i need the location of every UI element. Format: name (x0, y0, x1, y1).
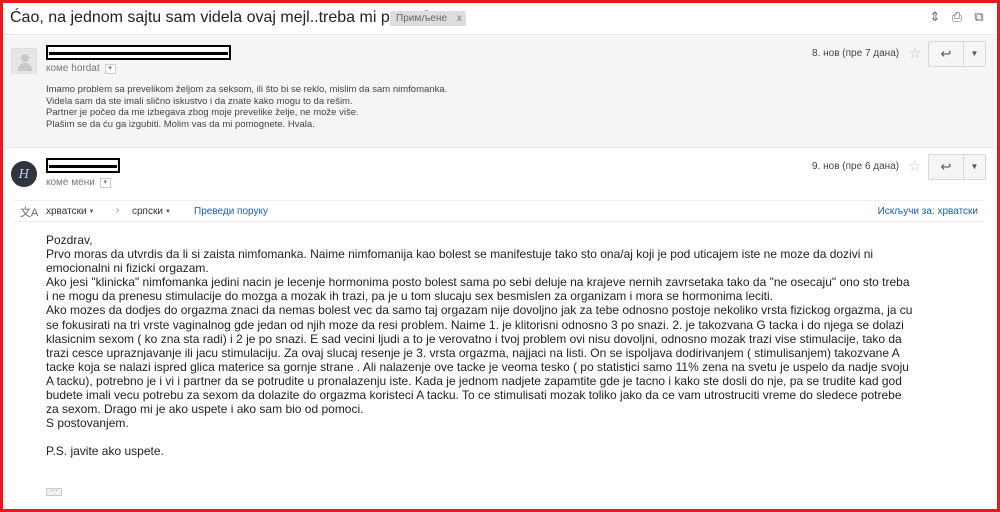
thread-actions: ⇕ ⎙ ⧉ (928, 10, 986, 24)
target-language-select[interactable]: српски ▼ (132, 206, 171, 217)
message-date: 9. нов (пре 6 дана) (812, 161, 900, 172)
more-options-button[interactable]: ▼ (964, 41, 986, 67)
star-icon[interactable]: ☆ (908, 157, 921, 175)
label-chip-text: Примљене (396, 13, 447, 24)
source-language-label: хрватски (46, 206, 87, 217)
avatar (11, 48, 37, 74)
body-line: Ako mozes da dodjes do orgazma znaci da … (46, 303, 913, 318)
reply-group: ↩ ▼ (928, 154, 986, 180)
recipient-line: коме мени ▾ (46, 177, 111, 188)
body-line: S postovanjem. (46, 416, 129, 431)
show-trimmed-content-button[interactable]: ··· (46, 487, 62, 496)
body-line: tacke koja se nalazi ispred glica materi… (46, 359, 909, 374)
new-window-icon[interactable]: ⧉ (972, 10, 986, 24)
expand-icon[interactable]: ⇕ (928, 10, 942, 24)
target-language-label: српски (132, 206, 163, 217)
message-snippet: Imamo problem sa prevelikom željom za se… (46, 84, 447, 130)
message-date: 8. нов (пре 7 дана) (812, 48, 900, 59)
star-icon[interactable]: ☆ (908, 44, 921, 62)
snippet-line: Imamo problem sa prevelikom željom za se… (46, 84, 448, 95)
message-expanded-header: H коме мени ▾ 9. нов (пре 6 дана) ☆ ↩ ▼ (4, 150, 994, 196)
body-line: Pozdrav, (46, 233, 93, 247)
remove-label-icon[interactable]: x (457, 11, 462, 26)
reply-group: ↩ ▼ (928, 41, 986, 67)
message-body: Pozdrav, Prvo moras da utvrdis da li si … (46, 233, 976, 458)
body-line: trazi cesce upraznjavanje ili jacu stimu… (46, 345, 900, 360)
inbox-label-chip[interactable]: Примљене x (390, 11, 466, 26)
details-dropdown-icon[interactable]: ▾ (99, 177, 111, 188)
chevron-down-icon: ▼ (88, 209, 95, 215)
body-line: se fokusirati na tri vrste vaginalnog gd… (46, 317, 904, 332)
body-line: P.S. javite ako uspete. (46, 444, 164, 459)
print-icon[interactable]: ⎙ (950, 10, 964, 24)
body-line: i ne mogu da prenesu stimulacije do mozg… (46, 289, 773, 304)
snippet-line: Videla sam da ste imali slično iskustvo … (46, 95, 353, 107)
body-line: Ako jesi "klinicka" nimfomanka jedini na… (46, 275, 910, 290)
email-subject: Ćao, na jednom sajtu sam videla ovaj mej… (10, 9, 429, 26)
subject-bar: Ćao, na jednom sajtu sam videla ovaj mej… (4, 6, 994, 30)
redacted-sender (46, 45, 231, 60)
more-options-button[interactable]: ▼ (964, 154, 986, 180)
translate-bar: 文A хрватски ▼ › српски ▼ Преведи поруку Ис… (14, 200, 984, 222)
divider (4, 34, 994, 35)
message-collapsed[interactable]: коме hordat ▾ 8. нов (пре 7 дана) ☆ ↩ ▼ … (4, 36, 994, 148)
recipient-label: коме мени (46, 177, 95, 188)
recipient-label: коме hordat (46, 63, 100, 74)
body-line: klasicnim sexom ( ko zna sta radi) i 2 j… (46, 331, 902, 346)
body-line: Prvo moras da utvrdis da li si zaista ni… (46, 247, 874, 262)
snippet-line: Partner je počeo da me izbegava zbog moj… (46, 107, 359, 119)
details-dropdown-icon[interactable]: ▾ (104, 63, 116, 74)
body-line: A tacku), potrebno je i vi i partner da … (46, 373, 902, 388)
redacted-sender (46, 158, 120, 173)
recipient-line: коме hordat ▾ (46, 63, 116, 74)
translate-icon: 文A (20, 207, 39, 219)
chevron-down-icon: ▼ (164, 209, 171, 215)
chevron-right-icon: › (116, 205, 120, 216)
source-language-select[interactable]: хрватски ▼ (46, 206, 95, 217)
reply-button[interactable]: ↩ (928, 154, 964, 180)
avatar: H (11, 161, 37, 187)
body-line: za sexom. Drago mi je ako uspete i ako s… (46, 402, 364, 417)
reply-button[interactable]: ↩ (928, 41, 964, 67)
snippet-line: Plašim se da ću ga izgubiti. Molim vas d… (46, 118, 315, 130)
body-line: emocionalni ni fizicki orgazam. (46, 261, 209, 276)
translate-message-link[interactable]: Преведи поруку (194, 206, 268, 217)
body-line: budete imali vecu potrebu za sexom da do… (46, 388, 902, 403)
disable-translation-link[interactable]: Искључи за: хрватски (878, 206, 978, 217)
body-line (46, 430, 976, 444)
